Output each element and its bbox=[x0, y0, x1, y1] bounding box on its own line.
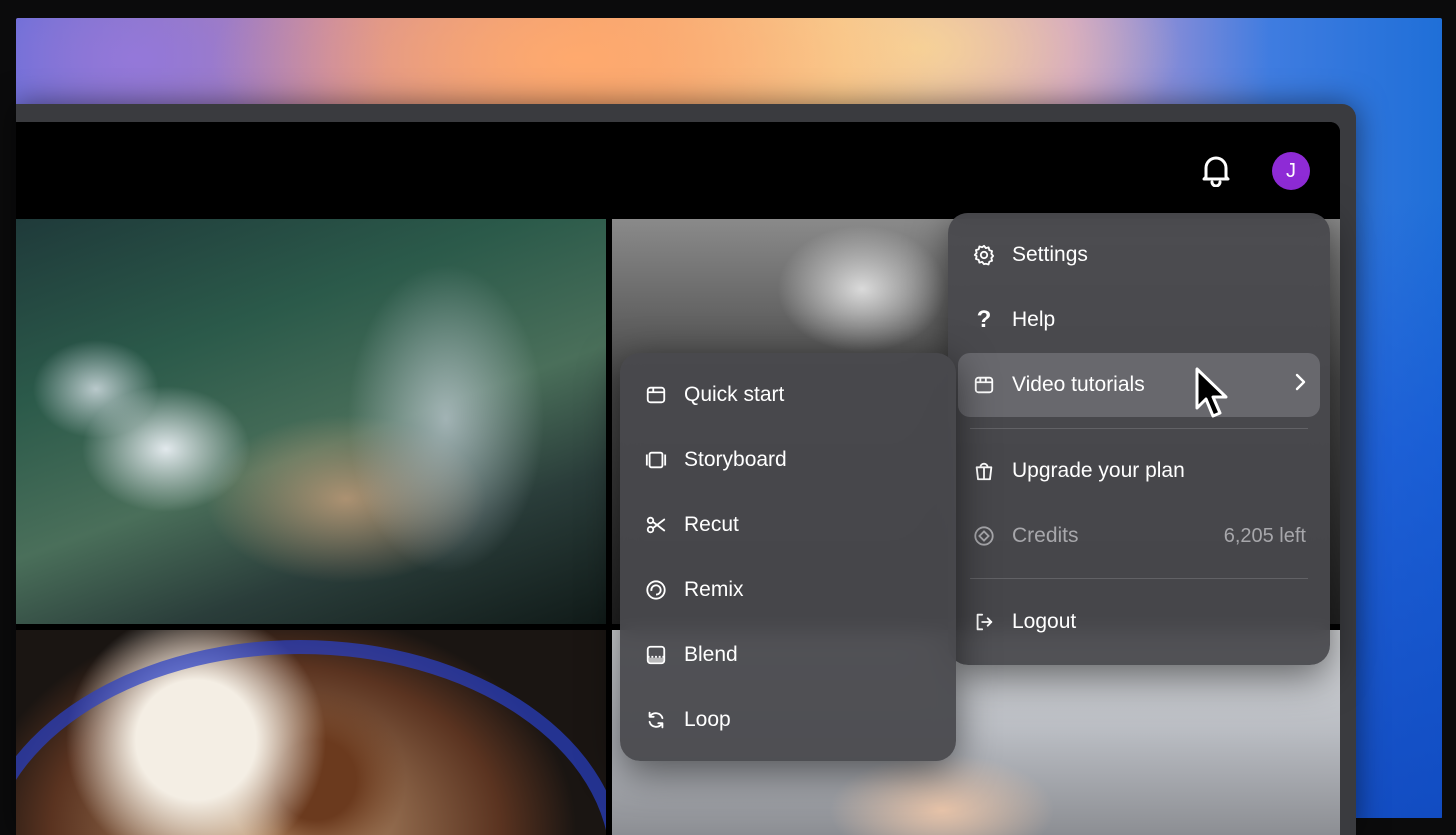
submenu-item-label: Remix bbox=[684, 578, 744, 601]
menu-item-video-tutorials[interactable]: Video tutorials bbox=[958, 353, 1320, 417]
user-avatar-button[interactable]: J bbox=[1272, 152, 1310, 190]
storyboard-icon bbox=[644, 448, 668, 472]
bell-icon bbox=[1202, 156, 1230, 187]
submenu-item-remix[interactable]: Remix bbox=[630, 558, 946, 622]
menu-item-upgrade[interactable]: Upgrade your plan bbox=[958, 439, 1320, 503]
loop-icon bbox=[644, 708, 668, 732]
submenu-item-label: Loop bbox=[684, 708, 731, 731]
question-icon: ? bbox=[976, 306, 992, 333]
blend-icon bbox=[644, 643, 668, 667]
menu-item-credits: Credits 6,205 left bbox=[958, 504, 1320, 568]
menu-divider bbox=[970, 578, 1308, 579]
credits-remaining: 6,205 left bbox=[1223, 524, 1306, 547]
top-bar: J bbox=[16, 122, 1340, 219]
mouse-pointer-icon bbox=[1195, 367, 1228, 418]
notifications-button[interactable] bbox=[1196, 150, 1236, 190]
menu-item-label: Logout bbox=[1012, 610, 1077, 633]
submenu-item-label: Storyboard bbox=[684, 448, 787, 471]
video-thumbnail[interactable] bbox=[16, 630, 606, 835]
menu-divider bbox=[970, 428, 1308, 429]
menu-item-settings[interactable]: Settings bbox=[958, 223, 1320, 287]
remix-icon bbox=[644, 578, 668, 602]
menu-item-label: Help bbox=[1012, 308, 1056, 331]
submenu-item-label: Quick start bbox=[684, 383, 785, 406]
logout-icon bbox=[972, 610, 996, 634]
menu-item-label: Upgrade your plan bbox=[1012, 459, 1185, 482]
submenu-item-label: Recut bbox=[684, 513, 739, 536]
submenu-item-recut[interactable]: Recut bbox=[630, 493, 946, 557]
submenu-item-blend[interactable]: Blend bbox=[630, 623, 946, 687]
menu-item-label: Video tutorials bbox=[1012, 373, 1145, 396]
submenu-item-storyboard[interactable]: Storyboard bbox=[630, 428, 946, 492]
account-menu: Settings ? Help Video tutorials Upgrade … bbox=[948, 213, 1330, 665]
video-tutorials-submenu: Quick start Storyboard Recut Remix Blend… bbox=[620, 353, 956, 761]
menu-item-help[interactable]: ? Help bbox=[958, 288, 1320, 352]
submenu-item-quick-start[interactable]: Quick start bbox=[630, 363, 946, 427]
video-icon bbox=[972, 373, 996, 397]
credits-icon bbox=[972, 524, 996, 548]
submenu-item-label: Blend bbox=[684, 643, 738, 666]
scissors-icon bbox=[644, 513, 668, 537]
gift-bag-icon bbox=[972, 459, 996, 483]
chevron-right-icon bbox=[1294, 373, 1306, 397]
menu-item-label: Settings bbox=[1012, 243, 1088, 266]
menu-item-logout[interactable]: Logout bbox=[958, 590, 1320, 654]
video-thumbnail[interactable] bbox=[16, 219, 606, 624]
window-icon bbox=[644, 383, 668, 407]
submenu-item-loop[interactable]: Loop bbox=[630, 688, 946, 752]
gear-icon bbox=[972, 243, 996, 267]
menu-item-label: Credits bbox=[1012, 524, 1079, 547]
